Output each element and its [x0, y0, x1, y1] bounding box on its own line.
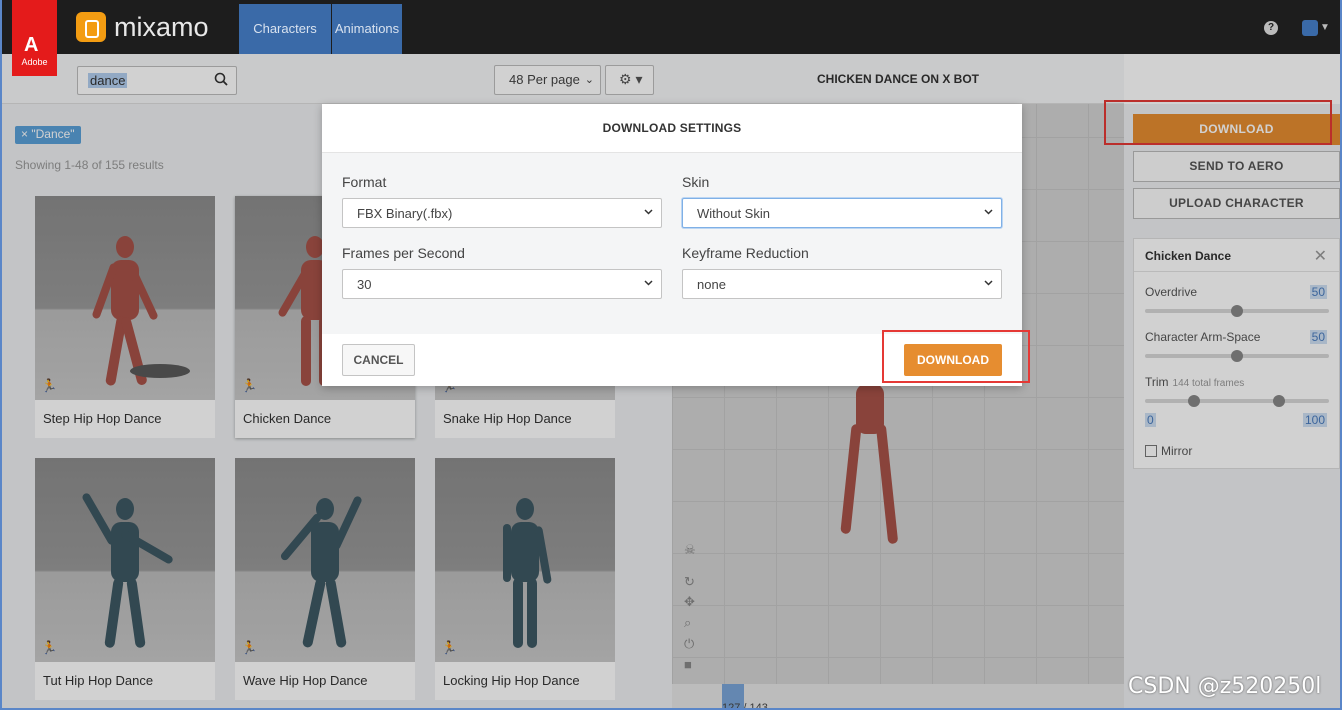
- dialog-title: DOWNLOAD SETTINGS: [322, 104, 1022, 153]
- chevron-down-icon: [644, 280, 653, 286]
- format-value: FBX Binary(.fbx): [357, 206, 453, 221]
- caret-down-icon[interactable]: ▼: [1320, 22, 1330, 33]
- tab-animations[interactable]: Animations: [332, 4, 402, 54]
- chevron-down-icon: [984, 209, 993, 215]
- watermark: CSDN @z520250l: [1128, 674, 1322, 699]
- format-select[interactable]: FBX Binary(.fbx): [342, 198, 662, 228]
- fps-label: Frames per Second: [342, 245, 465, 261]
- mixamo-logo-icon[interactable]: [76, 12, 106, 42]
- top-bar: A Adobe mixamo Characters Animations ? ▼: [0, 0, 1342, 76]
- fps-select[interactable]: 30: [342, 269, 662, 299]
- format-label: Format: [342, 174, 387, 190]
- skin-label: Skin: [682, 174, 710, 190]
- chevron-down-icon: [984, 280, 993, 286]
- tab-characters[interactable]: Characters: [239, 4, 331, 54]
- skin-select[interactable]: Without Skin: [682, 198, 1002, 228]
- keyframe-reduction-value: none: [697, 277, 726, 292]
- adobe-logo[interactable]: A Adobe: [12, 0, 57, 76]
- adobe-mark: A: [24, 34, 39, 56]
- keyframe-reduction-select[interactable]: none: [682, 269, 1002, 299]
- keyframe-reduction-label: Keyframe Reduction: [682, 245, 809, 261]
- adobe-label: Adobe: [21, 57, 48, 67]
- user-avatar-icon[interactable]: [1302, 20, 1318, 36]
- help-icon[interactable]: ?: [1264, 21, 1278, 35]
- skin-value: Without Skin: [697, 206, 770, 221]
- app-name[interactable]: mixamo: [114, 12, 209, 43]
- fps-value: 30: [357, 277, 372, 292]
- highlight-box: [882, 330, 1030, 383]
- chevron-down-icon: [644, 209, 653, 215]
- cancel-button[interactable]: CANCEL: [342, 344, 415, 376]
